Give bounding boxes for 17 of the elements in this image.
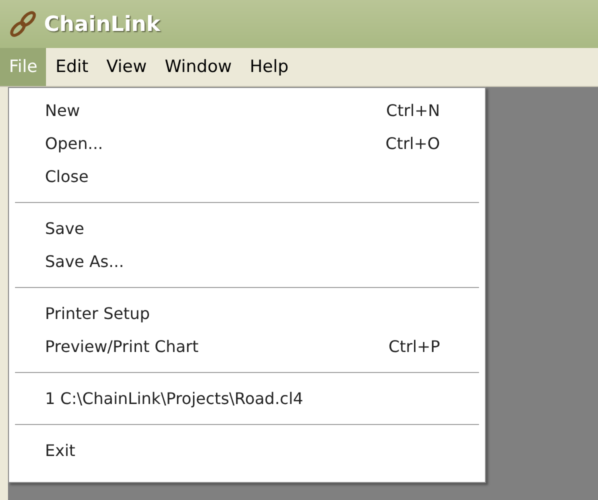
menu-item[interactable]: 1 C:\ChainLink\Projects\Road.cl4 [9,382,485,415]
menu-item[interactable]: Exit [9,434,485,467]
menu-item[interactable]: Printer Setup [9,297,485,330]
menu-item[interactable]: Save As... [9,245,485,278]
shortcut-text: Ctrl+N [386,101,440,120]
menu-item[interactable]: Save [9,212,485,245]
shortcut-text: Ctrl+O [386,134,440,153]
menu-item[interactable]: Close [9,160,485,193]
menu-title[interactable]: Edit [46,48,98,86]
menu-item[interactable]: Open... Ctrl+O [9,127,485,160]
menu-title[interactable]: Window [156,48,241,86]
shortcut-text: Ctrl+P [388,337,440,356]
menu-item[interactable]: Preview/Print Chart Ctrl+P [9,330,485,363]
menu-title[interactable]: Help [240,48,298,86]
menu-item[interactable]: New Ctrl+N [9,94,485,127]
window-title: ChainLink [44,12,160,36]
menu-title[interactable]: View [97,48,156,86]
